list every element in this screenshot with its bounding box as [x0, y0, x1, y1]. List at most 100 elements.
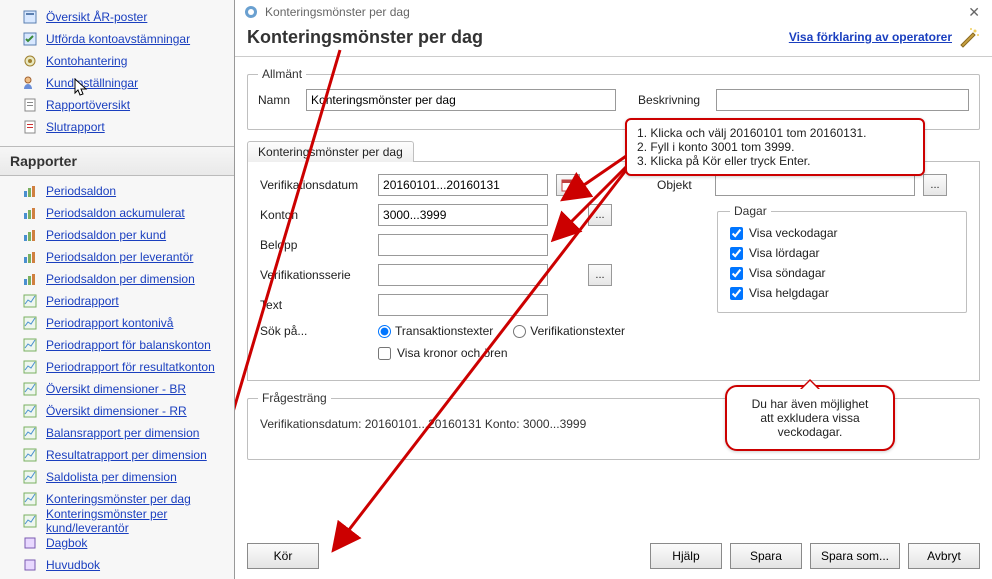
report-link[interactable]: Resultatrapport per dimension: [46, 448, 207, 462]
report-item[interactable]: Balansrapport per dimension: [6, 422, 228, 444]
konton-browse-button[interactable]: ...: [588, 204, 612, 226]
report-item[interactable]: Periodsaldon per dimension: [6, 268, 228, 290]
belopp-input[interactable]: [378, 234, 548, 256]
sidebar-top-nav: Översikt ÅR-poster Utförda kontoavstämni…: [0, 0, 234, 146]
user-gear-icon: [22, 75, 38, 91]
sidebar-section-header: Rapporter: [0, 146, 234, 176]
check-veckodagar[interactable]: Visa veckodagar: [730, 226, 954, 240]
nav-item-overview-ar[interactable]: Översikt ÅR-poster: [6, 6, 228, 28]
nav-link[interactable]: Utförda kontoavstämningar: [46, 32, 190, 46]
name-input[interactable]: [306, 89, 616, 111]
report-icon: [22, 119, 38, 135]
verifserie-browse-button[interactable]: ...: [588, 264, 612, 286]
report-link[interactable]: Periodrapport för balanskonton: [46, 338, 211, 352]
nav-item-kontohantering[interactable]: Kontohantering: [6, 50, 228, 72]
chart-icon: [22, 425, 38, 441]
report-item[interactable]: Konteringsmönster per kund/leverantör: [6, 510, 228, 532]
report-link[interactable]: Översikt dimensioner - RR: [46, 404, 187, 418]
check-lordagar[interactable]: Visa lördagar: [730, 246, 954, 260]
chart-icon: [22, 227, 38, 243]
nav-item-kundinstallningar[interactable]: Kundinställningar: [6, 72, 228, 94]
report-link[interactable]: Balansrapport per dimension: [46, 426, 199, 440]
desc-label: Beskrivning: [638, 93, 708, 107]
chart-icon: [22, 447, 38, 463]
verifdate-label: Verifikationsdatum: [260, 178, 370, 192]
report-link[interactable]: Konteringsmönster per dag: [46, 492, 191, 506]
nav-link[interactable]: Kontohantering: [46, 54, 127, 68]
report-link[interactable]: Periodsaldon per dimension: [46, 272, 195, 286]
operator-help-link[interactable]: Visa förklaring av operatorer: [789, 26, 980, 48]
report-item[interactable]: Resultatrapport per dimension: [6, 444, 228, 466]
report-link[interactable]: Periodsaldon: [46, 184, 116, 198]
report-link[interactable]: Dagbok: [46, 536, 87, 550]
verifdate-input[interactable]: [378, 174, 548, 196]
report-link[interactable]: Översikt dimensioner - BR: [46, 382, 186, 396]
report-link[interactable]: Saldolista per dimension: [46, 470, 177, 484]
content: Allmänt Namn Beskrivning Konteringsmönst…: [235, 57, 992, 535]
verifserie-input[interactable]: [378, 264, 548, 286]
report-link[interactable]: Konteringsmönster per kund/leverantör: [46, 507, 224, 535]
check-sondagar[interactable]: Visa söndagar: [730, 266, 954, 280]
report-item[interactable]: Periodsaldon: [6, 180, 228, 202]
page-title: Konteringsmönster per dag: [247, 27, 483, 48]
report-link[interactable]: Periodsaldon per leverantör: [46, 250, 193, 264]
nav-link[interactable]: Slutrapport: [46, 120, 105, 134]
nav-item-rapportoversikt[interactable]: Rapportöversikt: [6, 94, 228, 116]
calendar-button[interactable]: [556, 174, 580, 196]
report-item[interactable]: Översikt dimensioner - RR: [6, 400, 228, 422]
report-item[interactable]: Periodrapport: [6, 290, 228, 312]
kronor-checkbox[interactable]: [378, 347, 391, 360]
report-item[interactable]: Periodsaldon per leverantör: [6, 246, 228, 268]
run-button[interactable]: Kör: [247, 543, 319, 569]
check-helgdagar[interactable]: Visa helgdagar: [730, 286, 954, 300]
report-link[interactable]: Periodsaldon per kund: [46, 228, 166, 242]
radio-verif-input[interactable]: [513, 325, 526, 338]
radio-trans-input[interactable]: [378, 325, 391, 338]
wand-icon: [958, 26, 980, 48]
dagar-fieldset: Dagar Visa veckodagar Visa lördagar Visa…: [717, 204, 967, 313]
kronor-check[interactable]: Visa kronor och ören: [378, 346, 508, 360]
report-link[interactable]: Periodrapport för resultatkonton: [46, 360, 215, 374]
book-icon: [22, 557, 38, 573]
nav-link[interactable]: Kundinställningar: [46, 76, 138, 90]
report-item[interactable]: Periodrapport för resultatkonton: [6, 356, 228, 378]
chart-icon: [22, 249, 38, 265]
save-button[interactable]: Spara: [730, 543, 802, 569]
chart-icon: [22, 271, 38, 287]
nav-item-slutrapport[interactable]: Slutrapport: [6, 116, 228, 138]
report-link[interactable]: Periodrapport kontonivå: [46, 316, 173, 330]
chart-icon: [22, 293, 38, 309]
report-link[interactable]: Huvudbok: [46, 558, 100, 572]
report-item[interactable]: Periodrapport för balanskonton: [6, 334, 228, 356]
desc-input[interactable]: [716, 89, 969, 111]
report-link[interactable]: Periodsaldon ackumulerat: [46, 206, 185, 220]
report-item[interactable]: Översikt dimensioner - BR: [6, 378, 228, 400]
header-row: Konteringsmönster per dag Visa förklarin…: [235, 24, 992, 57]
report-item[interactable]: Huvudbok: [6, 554, 228, 576]
radio-verifikationstexter[interactable]: Verifikationstexter: [513, 324, 625, 338]
report-item[interactable]: Dagbok: [6, 532, 228, 554]
text-input[interactable]: [378, 294, 548, 316]
konton-input[interactable]: [378, 204, 548, 226]
cancel-button[interactable]: Avbryt: [908, 543, 980, 569]
radio-transaktionstexter[interactable]: Transaktionstexter: [378, 324, 493, 338]
close-icon[interactable]: ✕: [964, 4, 984, 21]
report-item[interactable]: Saldolista per dimension: [6, 466, 228, 488]
button-row: Kör Hjälp Spara Spara som... Avbryt: [235, 535, 992, 579]
help-button[interactable]: Hjälp: [650, 543, 722, 569]
belopp-label: Belopp: [260, 238, 370, 252]
nav-item-utforda[interactable]: Utförda kontoavstämningar: [6, 28, 228, 50]
objekt-input[interactable]: [715, 174, 915, 196]
save-as-button[interactable]: Spara som...: [810, 543, 900, 569]
verifserie-label: Verifikationsserie: [260, 268, 370, 282]
report-item[interactable]: Periodsaldon ackumulerat: [6, 202, 228, 224]
objekt-browse-button[interactable]: ...: [923, 174, 947, 196]
dialog-panel: Konteringsmönster per dag ✕ Konteringsmö…: [235, 0, 992, 579]
report-link[interactable]: Periodrapport: [46, 294, 119, 308]
report-item[interactable]: Periodrapport kontonivå: [6, 312, 228, 334]
chart-icon: [22, 205, 38, 221]
nav-link[interactable]: Översikt ÅR-poster: [46, 10, 147, 24]
report-item[interactable]: Periodsaldon per kund: [6, 224, 228, 246]
tab-konteringsmonster[interactable]: Konteringsmönster per dag: [247, 141, 414, 162]
nav-link[interactable]: Rapportöversikt: [46, 98, 130, 112]
